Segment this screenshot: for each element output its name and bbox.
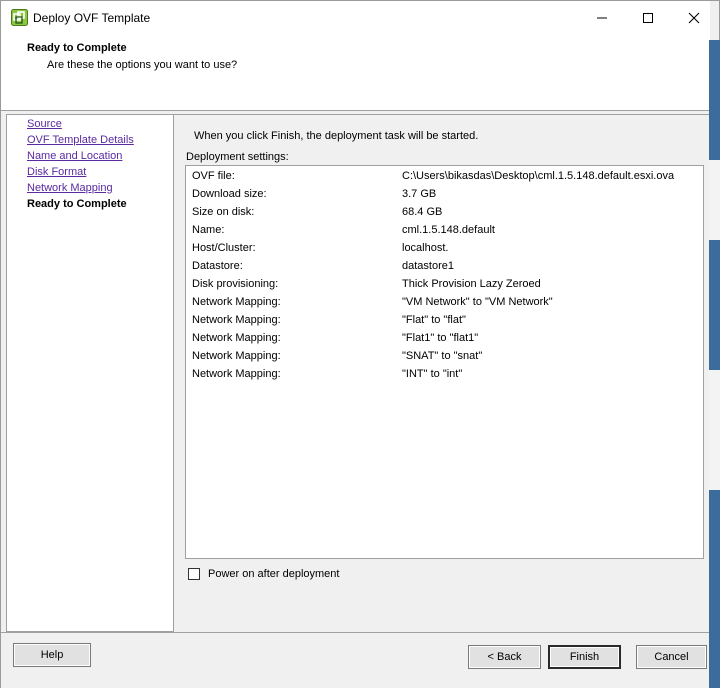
settings-row: Disk provisioning: Thick Provision Lazy Z… — [192, 278, 697, 296]
close-icon — [688, 12, 700, 24]
setting-value: 3.7 GB — [402, 188, 437, 200]
settings-row: Network Mapping: "INT" to "int" — [192, 368, 697, 386]
setting-key: Network Mapping: — [192, 368, 281, 380]
setting-key: Size on disk: — [192, 206, 255, 218]
settings-row: Datastore: datastore1 — [192, 260, 697, 278]
power-on-label[interactable]: Power on after deployment — [208, 568, 339, 580]
settings-row: OVF file: C:\Users\bikasdas\Desktop\cml.1… — [192, 170, 697, 188]
setting-key: Network Mapping: — [192, 314, 281, 326]
wizard-steps-nav: Source OVF Template Details Name and Loc… — [6, 114, 174, 632]
settings-row: Network Mapping: "Flat" to "flat" — [192, 314, 697, 332]
settings-row: Network Mapping: "Flat1" to "flat1" — [192, 332, 697, 350]
back-button[interactable]: < Back — [468, 645, 541, 669]
setting-key: Datastore: — [192, 260, 243, 272]
deploy-ovf-dialog: Deploy OVF Template Ready to Complete Ar… — [0, 0, 720, 688]
setting-value: "SNAT" to "snat" — [402, 350, 483, 362]
background-window-edge — [709, 370, 720, 490]
deployment-settings-label: Deployment settings: — [186, 151, 289, 163]
setting-value: localhost. — [402, 242, 449, 254]
page-subtitle: Are these the options you want to use? — [47, 59, 238, 71]
setting-key: OVF file: — [192, 170, 235, 182]
setting-value: Thick Provision Lazy Zeroed — [402, 278, 541, 290]
setting-value: cml.1.5.148.default — [402, 224, 495, 236]
nav-item-source[interactable]: Source — [27, 118, 62, 130]
title-bar[interactable]: Deploy OVF Template — [1, 1, 710, 35]
setting-key: Network Mapping: — [192, 350, 281, 362]
minimize-button[interactable] — [579, 1, 625, 35]
page-title: Ready to Complete — [27, 42, 127, 54]
setting-value: "VM Network" to "VM Network" — [402, 296, 553, 308]
finish-button[interactable]: Finish — [548, 645, 621, 669]
setting-key: Network Mapping: — [192, 296, 281, 308]
setting-key: Host/Cluster: — [192, 242, 256, 254]
help-button[interactable]: Help — [13, 643, 91, 667]
nav-item-network-mapping[interactable]: Network Mapping — [27, 182, 113, 194]
wizard-content: When you click Finish, the deployment ta… — [174, 114, 710, 632]
nav-item-ready-to-complete: Ready to Complete — [27, 198, 127, 210]
setting-value: "INT" to "int" — [402, 368, 463, 380]
power-on-option[interactable]: Power on after deployment — [188, 568, 339, 580]
settings-row: Size on disk: 68.4 GB — [192, 206, 697, 224]
settings-row: Name: cml.1.5.148.default — [192, 224, 697, 242]
background-desktop-strip — [709, 40, 720, 688]
window-title: Deploy OVF Template — [33, 11, 151, 25]
settings-row: Download size: 3.7 GB — [192, 188, 697, 206]
setting-key: Network Mapping: — [192, 332, 281, 344]
nav-item-disk-format[interactable]: Disk Format — [27, 166, 86, 178]
maximize-icon — [643, 13, 653, 23]
setting-key: Name: — [192, 224, 225, 236]
vsphere-logo-icon — [11, 9, 28, 26]
settings-row: Host/Cluster: localhost. — [192, 242, 697, 260]
maximize-button[interactable] — [625, 1, 671, 35]
setting-key: Download size: — [192, 188, 267, 200]
power-on-checkbox[interactable] — [188, 568, 200, 580]
close-button[interactable] — [671, 1, 717, 35]
wizard-footer: Help < Back Finish Cancel — [1, 632, 710, 688]
cancel-button[interactable]: Cancel — [636, 645, 707, 669]
wizard-header: Ready to Complete Are these the options … — [1, 35, 710, 111]
setting-value: 68.4 GB — [402, 206, 443, 218]
settings-row: Network Mapping: "SNAT" to "snat" — [192, 350, 697, 368]
setting-value: datastore1 — [402, 260, 454, 272]
nav-item-name-and-location[interactable]: Name and Location — [27, 150, 122, 162]
background-window-edge — [709, 160, 720, 240]
setting-value: "Flat" to "flat" — [402, 314, 466, 326]
setting-key: Disk provisioning: — [192, 278, 279, 290]
intro-text: When you click Finish, the deployment ta… — [194, 130, 479, 142]
setting-value: "Flat1" to "flat1" — [402, 332, 479, 344]
setting-value: C:\Users\bikasdas\Desktop\cml.1.5.148.de… — [402, 170, 675, 182]
nav-item-ovf-template-details[interactable]: OVF Template Details — [27, 134, 134, 146]
settings-row: Network Mapping: "VM Network" to "VM Netw… — [192, 296, 697, 314]
minimize-icon — [597, 17, 607, 19]
deployment-settings-list[interactable]: OVF file: C:\Users\bikasdas\Desktop\cml.1… — [185, 165, 704, 559]
